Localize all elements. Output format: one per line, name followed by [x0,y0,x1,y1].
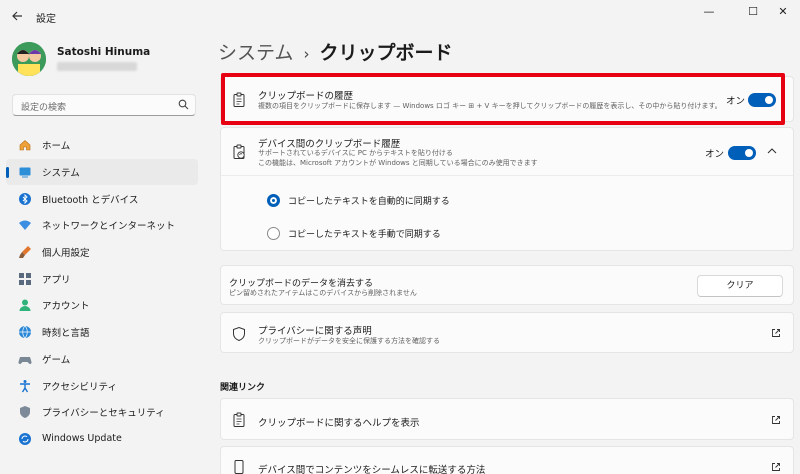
windows-update-icon [19,432,31,445]
clear-data-card: クリップボードのデータを消去する ピン留めされたアイテムはこのデバイスから削除さ… [220,265,794,305]
search-icon[interactable] [178,99,189,110]
sync-manual-option[interactable]: コピーしたテキストを手動で同期する [267,227,441,240]
sidebar-item-accessibility[interactable]: アクセシビリティ [6,372,198,399]
device-sync-toggle-label: オン [705,149,725,160]
breadcrumb-separator: › [303,45,310,63]
device-sync-description-1: サポートされているデバイスに PC からテキストを貼り付ける [258,149,453,157]
network-icon [19,220,31,231]
clipboard-history-card: クリップボードの履歴 複数の項目をクリップボードに保存します — Windows… [220,76,794,122]
external-link-icon [772,416,780,424]
sync-manual-label: コピーしたテキストを手動で同期する [288,230,441,240]
sidebar-item-label: ホーム [42,141,71,153]
device-sync-toggle[interactable] [728,146,756,160]
privacy-description: クリップボードがデータを安全に保護する方法を確認する [258,337,440,345]
external-link-icon [772,463,780,471]
sidebar-item-label: アカウント [42,301,90,313]
sidebar-item-gaming[interactable]: ゲーム [6,346,198,373]
personalization-icon [19,246,31,259]
clipboard-icon [233,92,245,107]
related-link-help-label: クリップボードに関するヘルプを表示 [258,418,420,429]
sidebar-item-accounts[interactable]: アカウント [6,292,198,319]
sidebar-item-label: ネットワークとインターネット [42,221,176,233]
accessibility-icon [20,379,30,392]
breadcrumb-parent[interactable]: システム [218,42,293,64]
home-icon [19,140,31,151]
clipboard-history-title: クリップボードの履歴 [258,91,354,102]
divider [221,175,793,176]
sync-auto-option[interactable]: コピーしたテキストを自動的に同期する [267,194,450,207]
sidebar-item-label: アプリ [42,274,71,286]
clipboard-history-toggle-label: オン [726,96,746,107]
sync-auto-label: コピーしたテキストを自動的に同期する [288,197,450,207]
sidebar-item-privacy[interactable]: プライバシーとセキュリティ [6,399,198,426]
apps-icon [19,272,31,285]
sidebar-item-system[interactable]: システム [6,158,198,186]
sidebar-item-time-language[interactable]: 時刻と言語 [6,319,198,346]
sidebar-item-apps[interactable]: アプリ [6,265,198,292]
sidebar-item-home[interactable]: ホーム [6,132,198,159]
back-arrow-icon[interactable] [10,9,24,23]
sidebar-item-label: Bluetooth とデバイス [42,194,139,206]
external-link-icon [772,329,780,337]
privacy-title: プライバシーに関する声明 [258,326,372,337]
clear-data-description: ピン留めされたアイテムはこのデバイスから削除されません [229,289,417,297]
avatar[interactable] [12,42,46,76]
privacy-statement-card[interactable]: プライバシーに関する声明 クリップボードがデータを安全に保護する方法を確認する [220,312,794,353]
shield-icon [233,326,245,342]
gaming-icon [18,356,32,364]
related-link-help[interactable]: クリップボードに関するヘルプを表示 [220,398,794,440]
radio-manual[interactable] [267,227,280,240]
radio-auto[interactable] [267,194,280,207]
profile-name: Satoshi Hinuma [57,46,151,58]
related-links-heading: 関連リンク [220,383,266,393]
sidebar-item-label: アクセシビリティ [42,381,117,393]
privacy-icon [20,406,30,419]
device-sync-card: デバイス間のクリップボード履歴 サポートされているデバイスに PC からテキスト… [220,127,794,251]
related-link-transfer[interactable]: デバイス間でコンテンツをシームレスに転送する方法 [220,446,794,474]
bluetooth-icon [19,192,31,205]
main-content: システム › クリップボード クリップボードの履歴 複数の項目をクリップボードに保存… [210,0,800,474]
sidebar-item-windows-update[interactable]: Windows Update [6,426,198,453]
page-title: クリップボード [319,42,453,64]
sidebar-item-bluetooth[interactable]: Bluetooth とデバイス [6,185,198,212]
profile-email-redacted [57,62,137,71]
sidebar-item-label: プライバシーとセキュリティ [42,408,165,420]
system-icon [19,167,31,178]
device-sync-description-2: この機能は、Microsoft アカウントが Windows と同期している場合… [258,159,538,167]
clipboard-sync-icon [233,144,245,159]
clear-button[interactable]: クリア [697,275,783,297]
sidebar-item-label: ゲーム [42,354,71,366]
sidebar-item-label: 時刻と言語 [42,328,90,340]
chevron-up-icon[interactable] [765,143,779,157]
clipboard-icon [233,412,245,427]
sidebar-item-label: Windows Update [42,433,122,445]
sidebar-item-personalization[interactable]: 個人用設定 [6,239,198,266]
sidebar-nav: ホーム システム Bluetooth とデバイス ネットワークとインターネット … [6,132,198,452]
breadcrumb: システム › クリップボード [218,38,452,65]
app-title: 設定 [36,14,56,25]
clipboard-history-toggle[interactable] [748,93,776,107]
account-icon [19,299,31,312]
related-link-transfer-label: デバイス間でコンテンツをシームレスに転送する方法 [258,465,486,474]
clipboard-history-description: 複数の項目をクリップボードに保存します — Windows ロゴ キー ⊞ + … [258,102,722,110]
search-box[interactable] [12,94,196,118]
phone-icon [234,460,244,474]
sidebar-item-label: システム [42,168,80,180]
search-input[interactable] [13,98,173,118]
sidebar-item-network[interactable]: ネットワークとインターネット [6,212,198,239]
time-language-icon [19,325,31,339]
sidebar-item-label: 個人用設定 [42,248,90,260]
